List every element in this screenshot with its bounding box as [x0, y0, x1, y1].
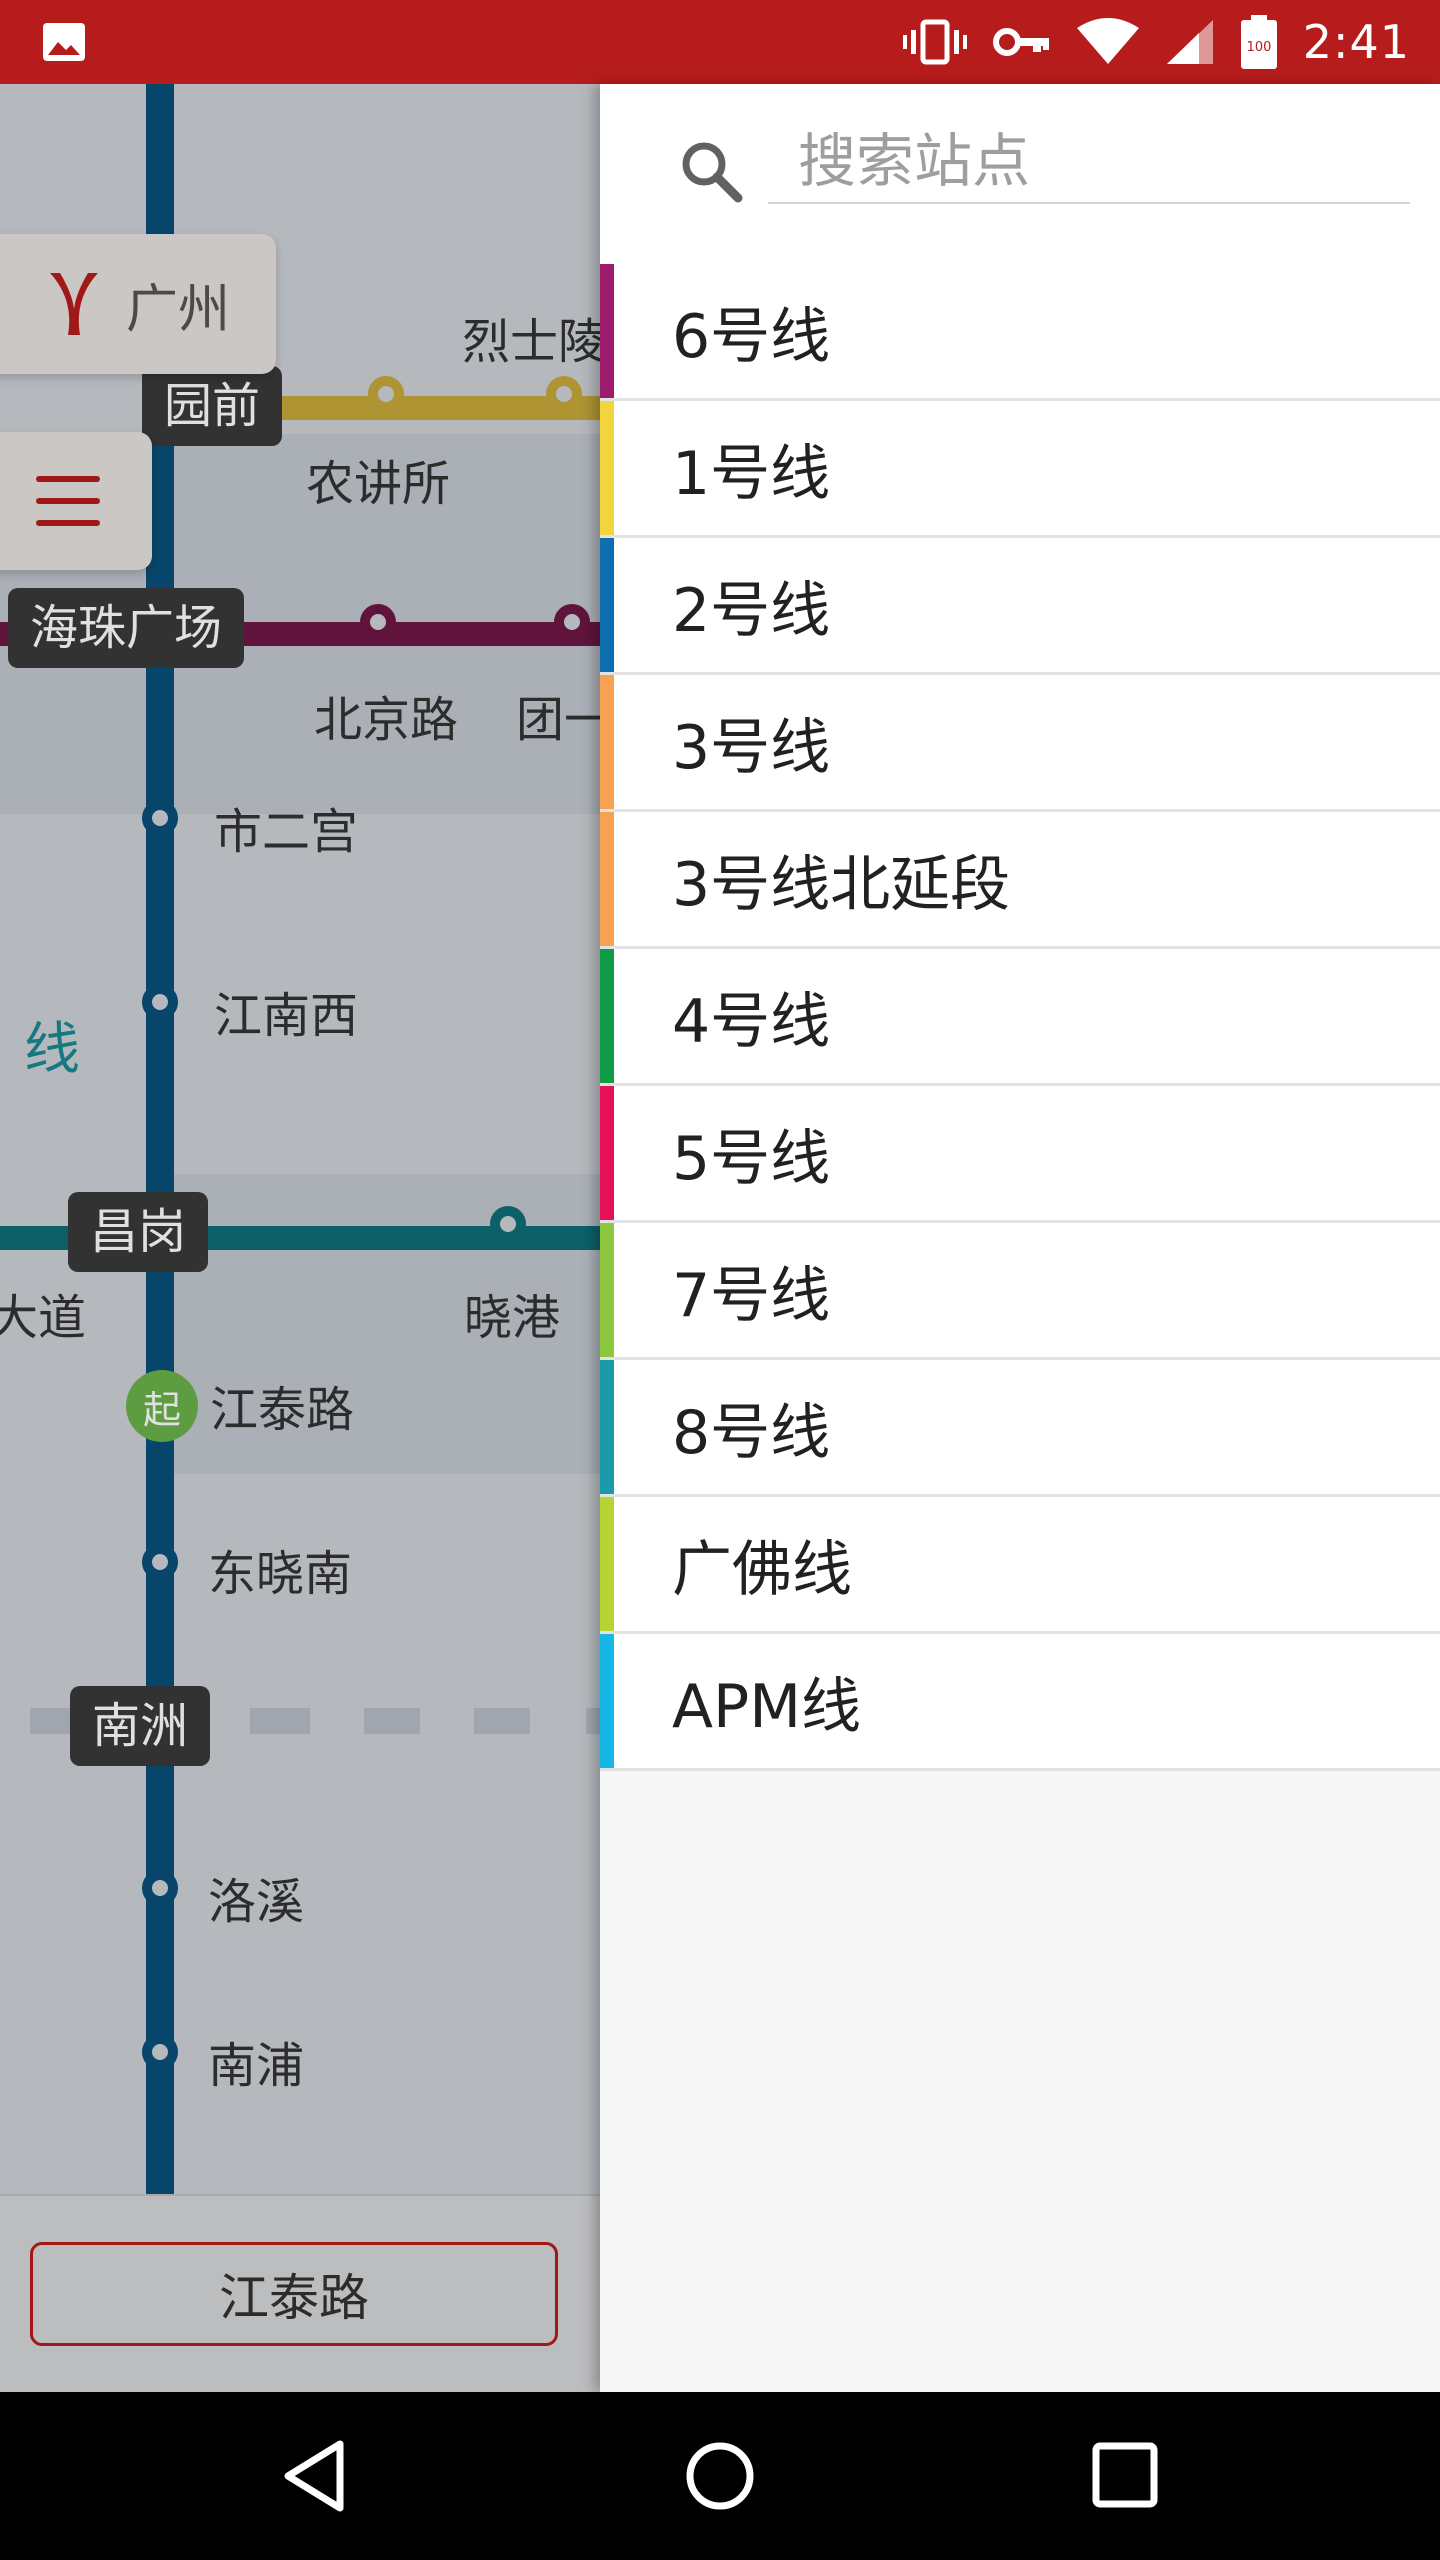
- line-label: 5号线: [672, 1123, 831, 1194]
- line-item-5[interactable]: 5号线: [600, 1086, 1440, 1223]
- home-icon[interactable]: [680, 2436, 760, 2516]
- line-label: APM线: [672, 1671, 861, 1742]
- line-item-2[interactable]: 2号线: [600, 538, 1440, 675]
- line-color-swatch: [600, 812, 614, 946]
- line-color-swatch: [600, 538, 614, 672]
- line-label: 广佛线: [672, 1534, 852, 1605]
- line-item-apm[interactable]: APM线: [600, 1634, 1440, 1771]
- navigation-bar: [0, 2392, 1440, 2560]
- line-label: 3号线: [672, 712, 831, 783]
- line-label: 2号线: [672, 575, 831, 646]
- line-color-swatch: [600, 1223, 614, 1357]
- back-icon[interactable]: [276, 2436, 356, 2516]
- line-item-4[interactable]: 4号线: [600, 949, 1440, 1086]
- line-label: 4号线: [672, 986, 831, 1057]
- line-color-swatch: [600, 1634, 614, 1768]
- line-color-swatch: [600, 1360, 614, 1494]
- status-bar: 100 2:41: [0, 0, 1440, 84]
- line-color-swatch: [600, 1086, 614, 1220]
- line-color-swatch: [600, 264, 614, 398]
- recents-icon[interactable]: [1086, 2436, 1166, 2516]
- line-color-swatch: [600, 1497, 614, 1631]
- vibrate-icon: [902, 19, 967, 65]
- wifi-icon: [1076, 18, 1139, 64]
- line-color-swatch: [600, 401, 614, 535]
- line-item-3[interactable]: 3号线: [600, 675, 1440, 812]
- line-label: 7号线: [672, 1260, 831, 1331]
- vpn-key-icon: [992, 28, 1049, 56]
- line-label: 6号线: [672, 301, 831, 372]
- line-item-8[interactable]: 8号线: [600, 1360, 1440, 1497]
- line-label: 8号线: [672, 1397, 831, 1468]
- line-item-6[interactable]: 6号线: [600, 264, 1440, 401]
- signal-icon: [1166, 20, 1213, 64]
- line-label: 1号线: [672, 438, 831, 509]
- line-list: 6号线 1号线 2号线 3号线 3号线北延段 4号线 5号线 7号线 8号线 广…: [600, 264, 1440, 1771]
- battery-label: 100: [1246, 40, 1271, 55]
- line-item-7[interactable]: 7号线: [600, 1223, 1440, 1360]
- line-item-guangfo[interactable]: 广佛线: [600, 1497, 1440, 1634]
- search-icon[interactable]: [676, 136, 746, 206]
- drawer-scrim[interactable]: [0, 84, 600, 2392]
- line-item-1[interactable]: 1号线: [600, 401, 1440, 538]
- search-input[interactable]: [768, 120, 1410, 204]
- line-item-3-north[interactable]: 3号线北延段: [600, 812, 1440, 949]
- line-color-swatch: [600, 949, 614, 1083]
- search-bar: [600, 84, 1440, 264]
- clock: 2:41: [1302, 15, 1410, 69]
- line-label: 3号线北延段: [672, 849, 1011, 920]
- battery-icon: 100: [1240, 15, 1277, 69]
- line-drawer: 6号线 1号线 2号线 3号线 3号线北延段 4号线 5号线 7号线: [600, 84, 1440, 2392]
- line-color-swatch: [600, 675, 614, 809]
- image-icon: [43, 23, 85, 61]
